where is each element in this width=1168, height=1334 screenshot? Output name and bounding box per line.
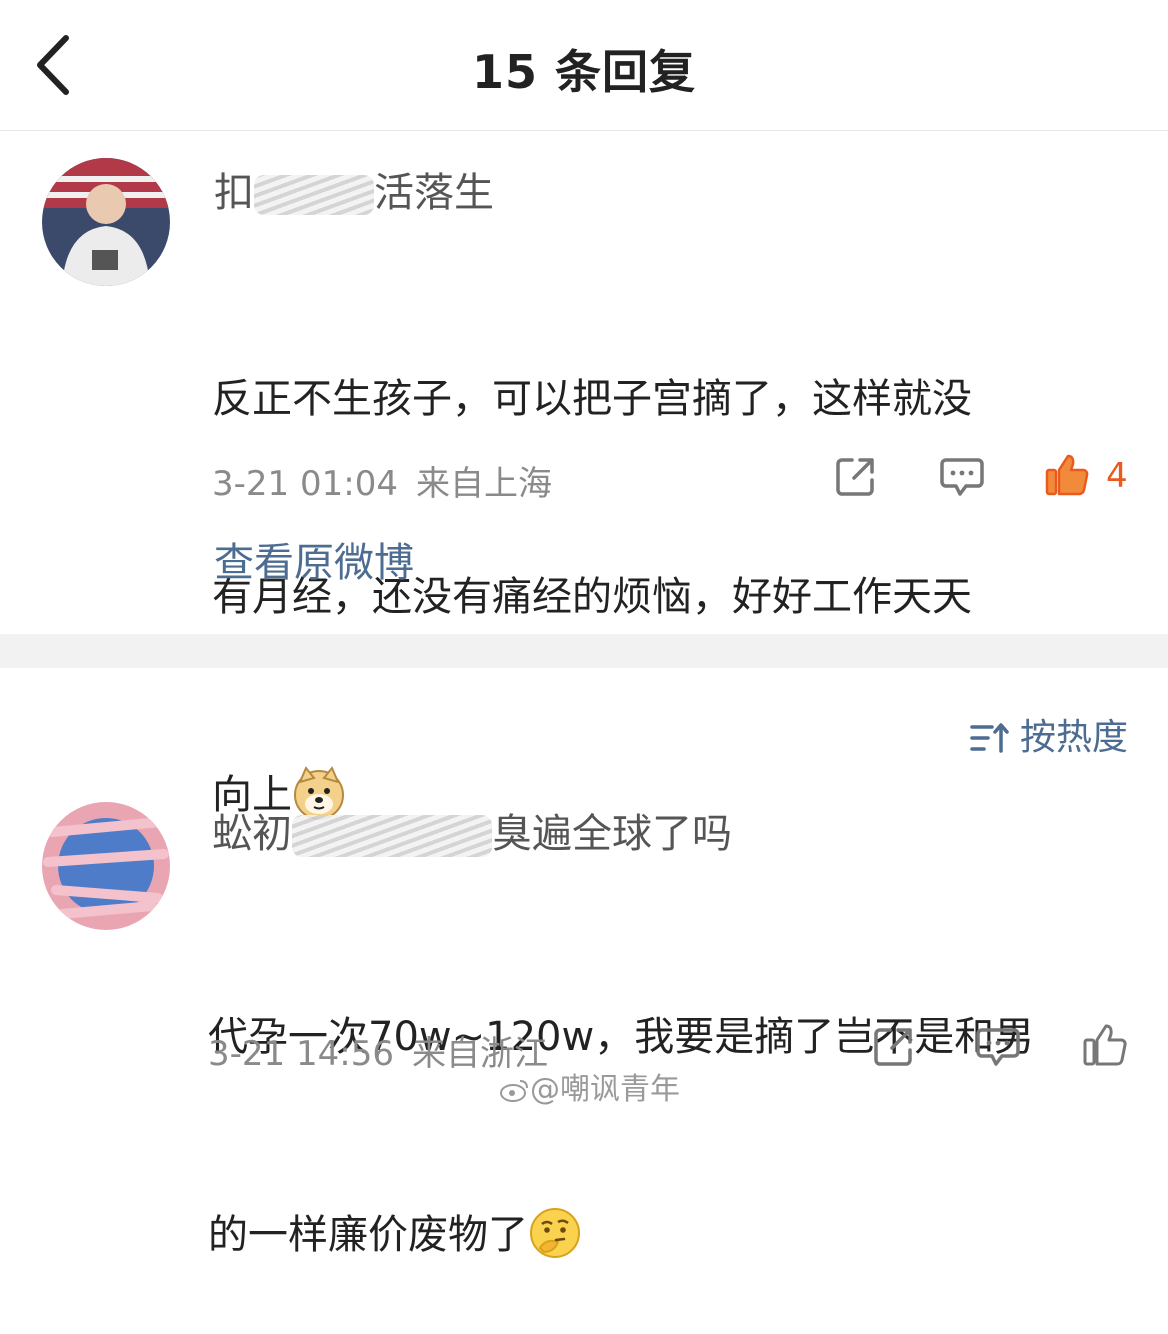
comment-time: 3-21 01:04 — [212, 464, 398, 504]
section-divider — [0, 634, 1168, 668]
share-button[interactable] — [872, 1024, 916, 1072]
like-button[interactable] — [1082, 1022, 1128, 1072]
comment-username[interactable]: 扣活落生 — [214, 173, 494, 215]
watermark: @嘲讽青年 — [500, 1064, 680, 1108]
comment-meta: 3-21 01:04 来自上海 — [212, 456, 552, 505]
page-title: 15 条回复 — [471, 45, 697, 99]
comment-icon — [976, 1028, 1020, 1066]
view-original-link[interactable]: 查看原微博 — [214, 530, 414, 588]
comment-button[interactable] — [976, 1024, 1020, 1072]
comment-button[interactable] — [940, 454, 984, 502]
comment-location: 来自上海 — [415, 464, 552, 504]
blurred-name — [254, 175, 374, 215]
sort-label: 按热度 — [1019, 717, 1128, 758]
thinking-emoji-icon — [530, 1208, 580, 1258]
share-icon — [836, 458, 874, 496]
sort-icon — [970, 723, 1009, 753]
share-button[interactable] — [834, 454, 878, 502]
like-count: 4 — [1106, 456, 1128, 496]
share-icon — [874, 1028, 912, 1066]
top-bar: 15 条回复 — [0, 0, 1168, 131]
weibo-logo-icon — [500, 1080, 528, 1102]
doge-emoji-icon — [294, 766, 344, 820]
blurred-name — [292, 815, 492, 857]
thumbs-up-icon — [1045, 454, 1089, 496]
thumbs-up-icon — [1083, 1024, 1127, 1066]
avatar[interactable] — [42, 158, 170, 286]
comment-time: 3-21 14:56 — [208, 1034, 394, 1074]
comment-meta: 3-21 14:56 来自浙江 — [208, 1026, 548, 1075]
avatar[interactable] — [42, 802, 170, 930]
like-button[interactable] — [1044, 452, 1090, 502]
comment-username[interactable]: 蚣初 臭遍全球了吗 — [212, 814, 732, 857]
comment-icon — [940, 458, 984, 496]
sort-button[interactable]: 按热度 — [970, 708, 1128, 760]
